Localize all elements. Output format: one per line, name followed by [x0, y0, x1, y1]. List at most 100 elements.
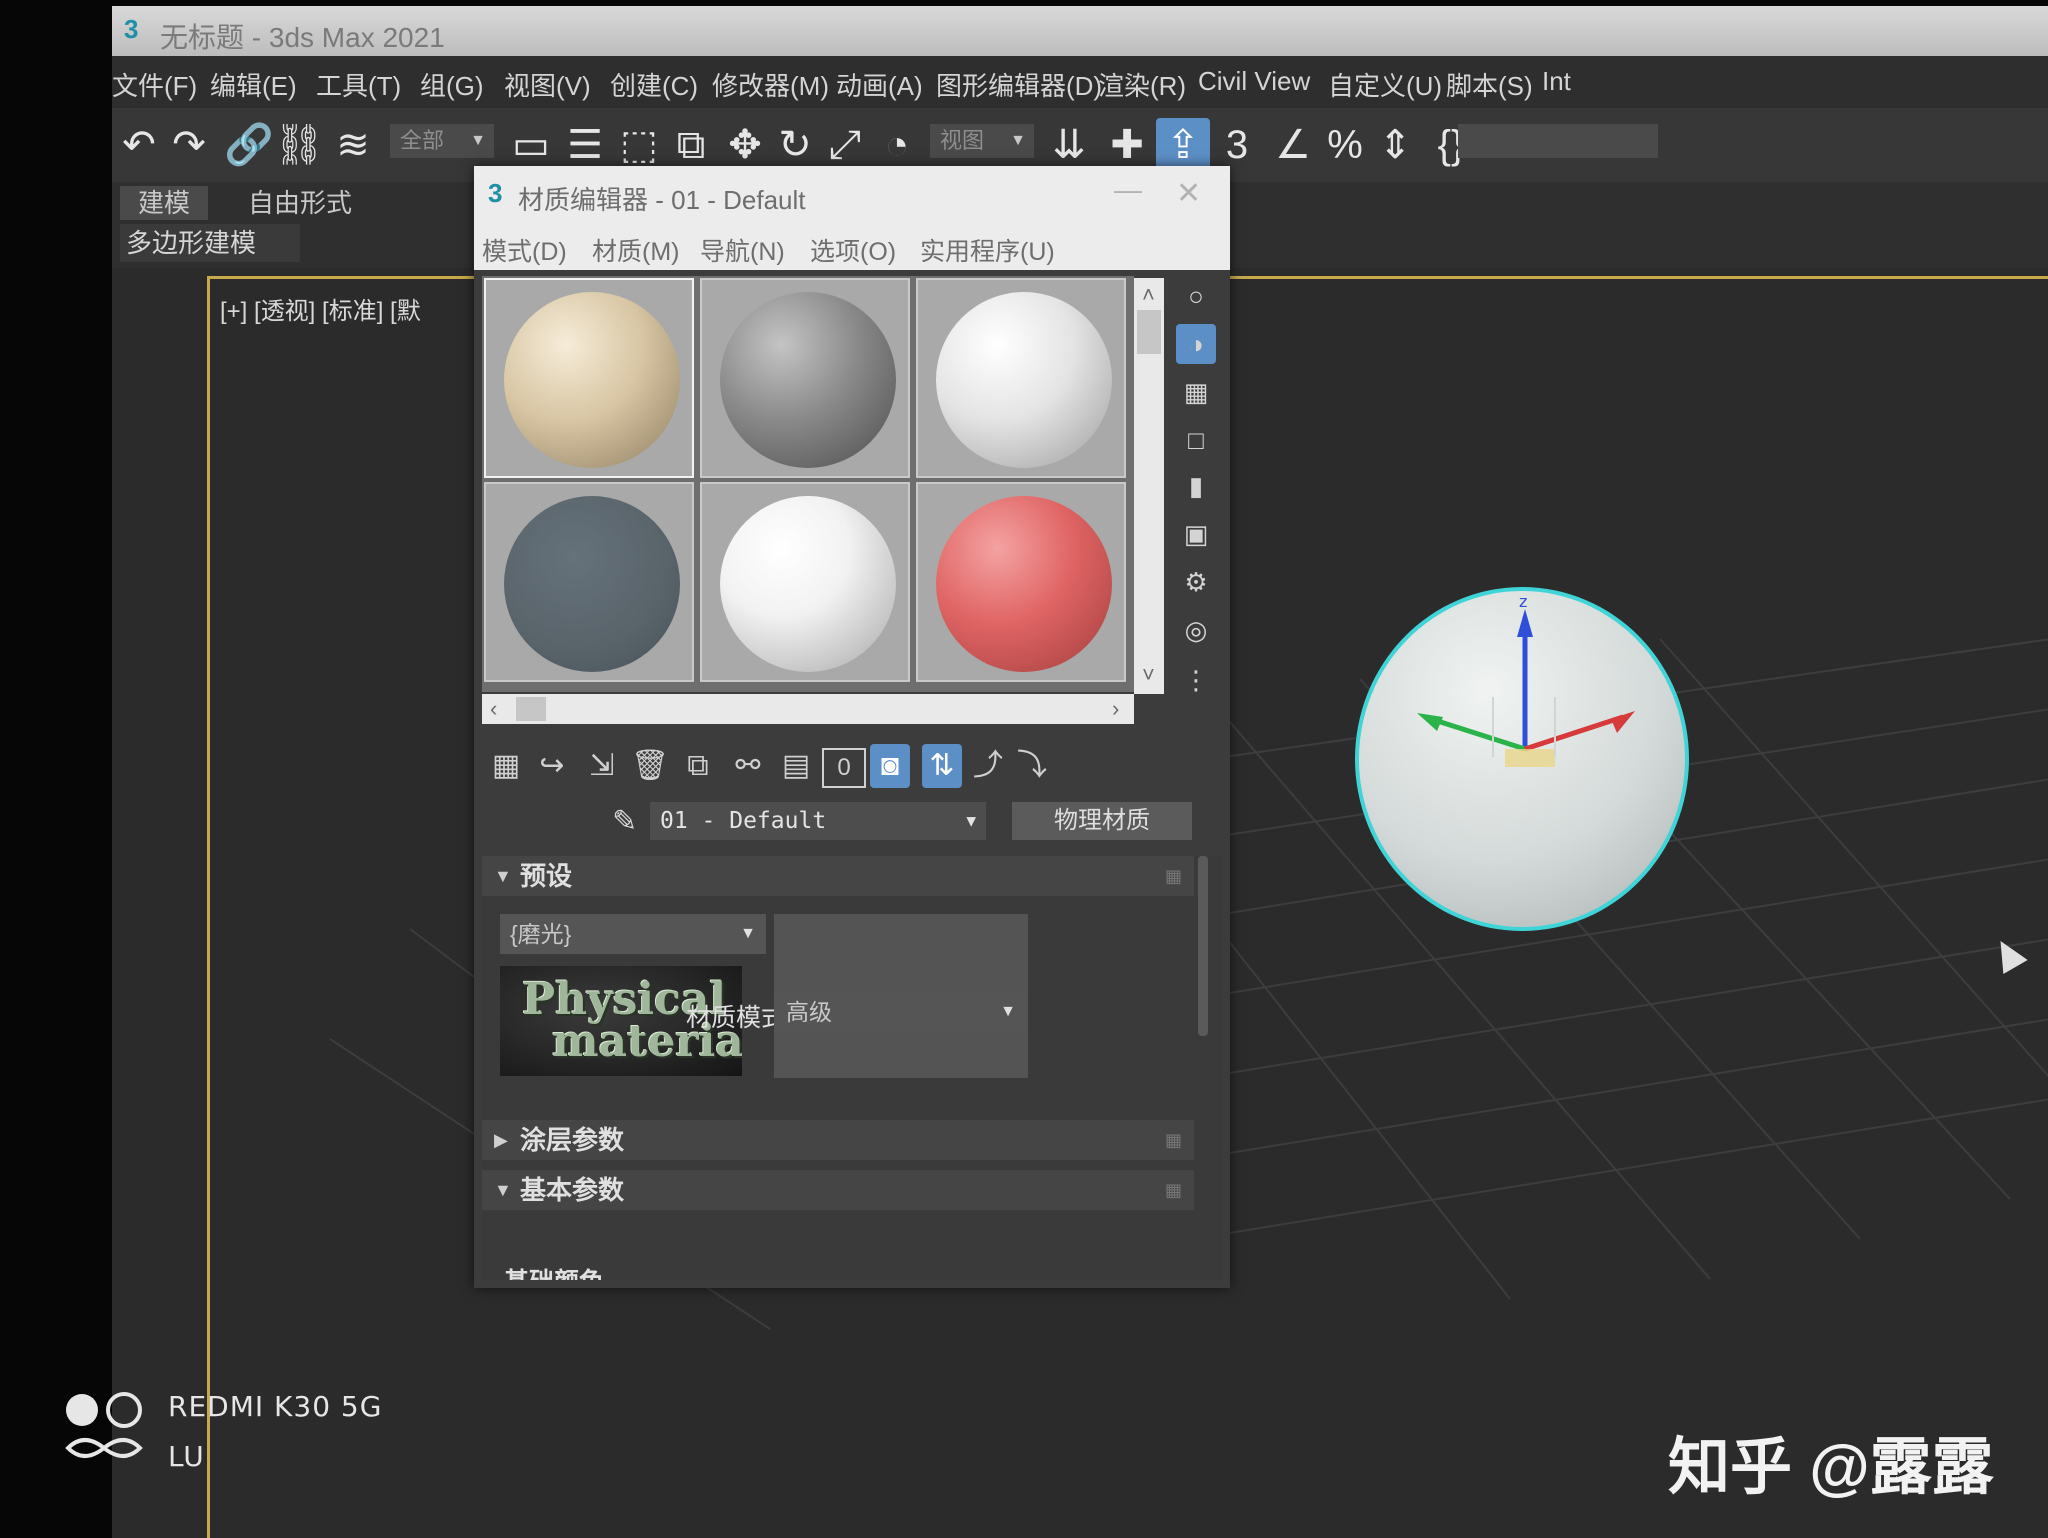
show-shaded-material-icon[interactable]: ◙ — [870, 744, 910, 788]
menu-civil-view[interactable]: Civil View — [1198, 66, 1310, 97]
chevron-left-icon[interactable]: ‹ — [490, 696, 497, 722]
named-selection-set-field[interactable] — [1458, 124, 1658, 158]
sample-slot[interactable] — [700, 278, 910, 478]
video-color-check-icon[interactable]: ▮ — [1176, 466, 1216, 506]
show-end-result-icon[interactable]: ⇅ — [922, 744, 962, 788]
parameters-scrollbar[interactable] — [1198, 856, 1208, 1036]
scroll-thumb[interactable] — [1137, 310, 1161, 354]
chevron-up-icon[interactable]: ˄ — [1142, 282, 1155, 308]
menu-graph-editors[interactable]: 图形编辑器(D) — [936, 66, 1102, 103]
move-icon[interactable]: ✥ — [718, 118, 772, 172]
material-sphere-red — [936, 496, 1112, 672]
options-icon[interactable]: ⚙ — [1176, 562, 1216, 602]
snap-toggle-icon[interactable]: 3 — [1210, 118, 1264, 172]
sample-slots — [482, 276, 1134, 692]
scroll-thumb[interactable] — [516, 697, 546, 721]
go-forward-to-sibling-icon[interactable]: ⤵ — [1012, 744, 1052, 788]
put-to-scene-icon[interactable]: ↪ — [532, 744, 572, 788]
rect-selection-icon[interactable]: ⬚ — [612, 118, 666, 172]
menu-group[interactable]: 组(G) — [420, 66, 484, 103]
select-manipulate-icon[interactable]: ✚ — [1100, 118, 1154, 172]
sample-type-icon[interactable]: ○ — [1176, 276, 1216, 316]
make-preview-icon[interactable]: ▣ — [1176, 514, 1216, 554]
material-editor-titlebar[interactable]: 3 材质编辑器 - 01 - Default — ✕ — [474, 166, 1230, 224]
menu-interactive[interactable]: Int — [1542, 66, 1571, 97]
selection-filter-dropdown[interactable]: 全部 ▼ — [390, 124, 494, 158]
sample-slot[interactable] — [484, 482, 694, 682]
triangle-right-icon: ▶ — [494, 1130, 508, 1150]
select-by-name-icon[interactable]: ☰ — [558, 118, 612, 172]
scale-icon[interactable]: ⤢ — [818, 118, 872, 172]
me-menu-navigation[interactable]: 导航(N) — [700, 232, 785, 268]
menu-tools[interactable]: 工具(T) — [316, 66, 401, 103]
polygon-modeling-panel[interactable]: 多边形建模 — [120, 224, 300, 262]
keyboard-shortcut-override-icon[interactable]: ⇪ — [1156, 118, 1210, 172]
3ds-max-icon: 3 — [488, 178, 503, 208]
sample-uv-tiling-icon[interactable]: □ — [1176, 420, 1216, 460]
sample-slot[interactable] — [916, 278, 1126, 478]
put-to-library-icon[interactable]: ▤ — [776, 744, 816, 788]
tab-modeling[interactable]: 建模 — [120, 186, 208, 220]
tab-freeform[interactable]: 自由形式 — [240, 186, 360, 220]
spinner-snap-icon[interactable]: ⇕ — [1368, 118, 1422, 172]
select-by-material-icon[interactable]: ◎ — [1176, 610, 1216, 650]
me-menu-modes[interactable]: 模式(D) — [482, 232, 567, 268]
window-crossing-icon[interactable]: ⧉ — [664, 118, 718, 172]
pivot-icon[interactable]: ⇊ — [1042, 118, 1096, 172]
me-menu-material[interactable]: 材质(M) — [592, 232, 679, 268]
link-icon[interactable]: 🔗 — [222, 118, 276, 172]
menu-modifiers[interactable]: 修改器(M) — [712, 66, 829, 103]
undo-icon[interactable]: ↶ — [112, 118, 166, 172]
slots-horizontal-scrollbar[interactable]: ‹ › — [482, 694, 1134, 724]
menu-file[interactable]: 文件(F) — [112, 66, 197, 103]
preset-dropdown[interactable]: {磨光} ▼ — [500, 914, 766, 954]
get-material-icon[interactable]: ▦ — [486, 744, 526, 788]
material-name-value: 01 - Default — [660, 808, 827, 834]
rollout-basic-parameters[interactable]: ▼ 基本参数 ▦ — [482, 1170, 1194, 1210]
redo-icon[interactable]: ↷ — [162, 118, 216, 172]
material-map-navigator-icon[interactable]: ⋮ — [1176, 660, 1216, 700]
camera-user: LU — [168, 1440, 205, 1473]
material-name-field[interactable]: 01 - Default ▼ — [650, 802, 986, 840]
slots-vertical-scrollbar[interactable]: ˄ ˅ — [1134, 278, 1164, 694]
sample-slot[interactable] — [700, 482, 910, 682]
go-to-parent-icon[interactable]: ⤴ — [968, 744, 1008, 788]
make-unique-icon[interactable]: ⚯ — [728, 744, 768, 788]
backlight-icon[interactable]: ◑ — [1176, 324, 1216, 364]
sample-slot[interactable] — [916, 482, 1126, 682]
sample-slot[interactable] — [484, 278, 694, 478]
chevron-right-icon[interactable]: › — [1112, 696, 1119, 722]
assign-to-selection-icon[interactable]: ⇲ — [582, 744, 622, 788]
material-id-channel[interactable]: 0 — [822, 748, 866, 788]
unlink-icon[interactable]: ⛓ — [272, 118, 326, 172]
rotate-icon[interactable]: ↻ — [768, 118, 822, 172]
rollout-coating[interactable]: ▶ 涂层参数 ▦ — [482, 1120, 1194, 1160]
menu-rendering[interactable]: 渲染(R) — [1098, 66, 1186, 103]
close-icon[interactable]: ✕ — [1176, 176, 1201, 211]
rollout-presets[interactable]: ▼ 预设 ▦ — [482, 856, 1194, 896]
menu-customize[interactable]: 自定义(U) — [1328, 66, 1442, 103]
menu-scripting[interactable]: 脚本(S) — [1446, 66, 1533, 103]
me-menu-utilities[interactable]: 实用程序(U) — [920, 232, 1055, 268]
menu-views[interactable]: 视图(V) — [504, 66, 591, 103]
me-menu-options[interactable]: 选项(O) — [810, 232, 896, 268]
select-icon[interactable]: ▭ — [504, 118, 558, 172]
percent-snap-icon[interactable]: % — [1318, 118, 1372, 172]
material-mode-dropdown[interactable]: 高级 ▼ — [774, 992, 1028, 1032]
transform-gizmo[interactable]: z — [1355, 587, 1695, 931]
chevron-down-icon[interactable]: ˅ — [1142, 662, 1155, 688]
place-icon[interactable]: ◔ — [870, 118, 924, 172]
minimize-icon[interactable]: — — [1114, 174, 1142, 206]
reference-coord-dropdown[interactable]: 视图 ▼ — [930, 124, 1034, 158]
make-copy-icon[interactable]: ⧉ — [678, 744, 718, 788]
bind-space-warp-icon[interactable]: ≋ — [326, 118, 380, 172]
eyedropper-icon[interactable]: ✎ — [612, 804, 637, 839]
background-icon[interactable]: ▦ — [1176, 372, 1216, 412]
angle-snap-icon[interactable]: ∠ — [1266, 118, 1320, 172]
menu-edit[interactable]: 编辑(E) — [210, 66, 297, 103]
menu-animation[interactable]: 动画(A) — [836, 66, 923, 103]
material-type-button[interactable]: 物理材质 — [1012, 802, 1192, 840]
delete-icon[interactable]: 🗑 — [630, 744, 670, 788]
main-menubar: 文件(F) 编辑(E) 工具(T) 组(G) 视图(V) 创建(C) 修改器(M… — [112, 56, 2048, 108]
menu-create[interactable]: 创建(C) — [610, 66, 698, 103]
